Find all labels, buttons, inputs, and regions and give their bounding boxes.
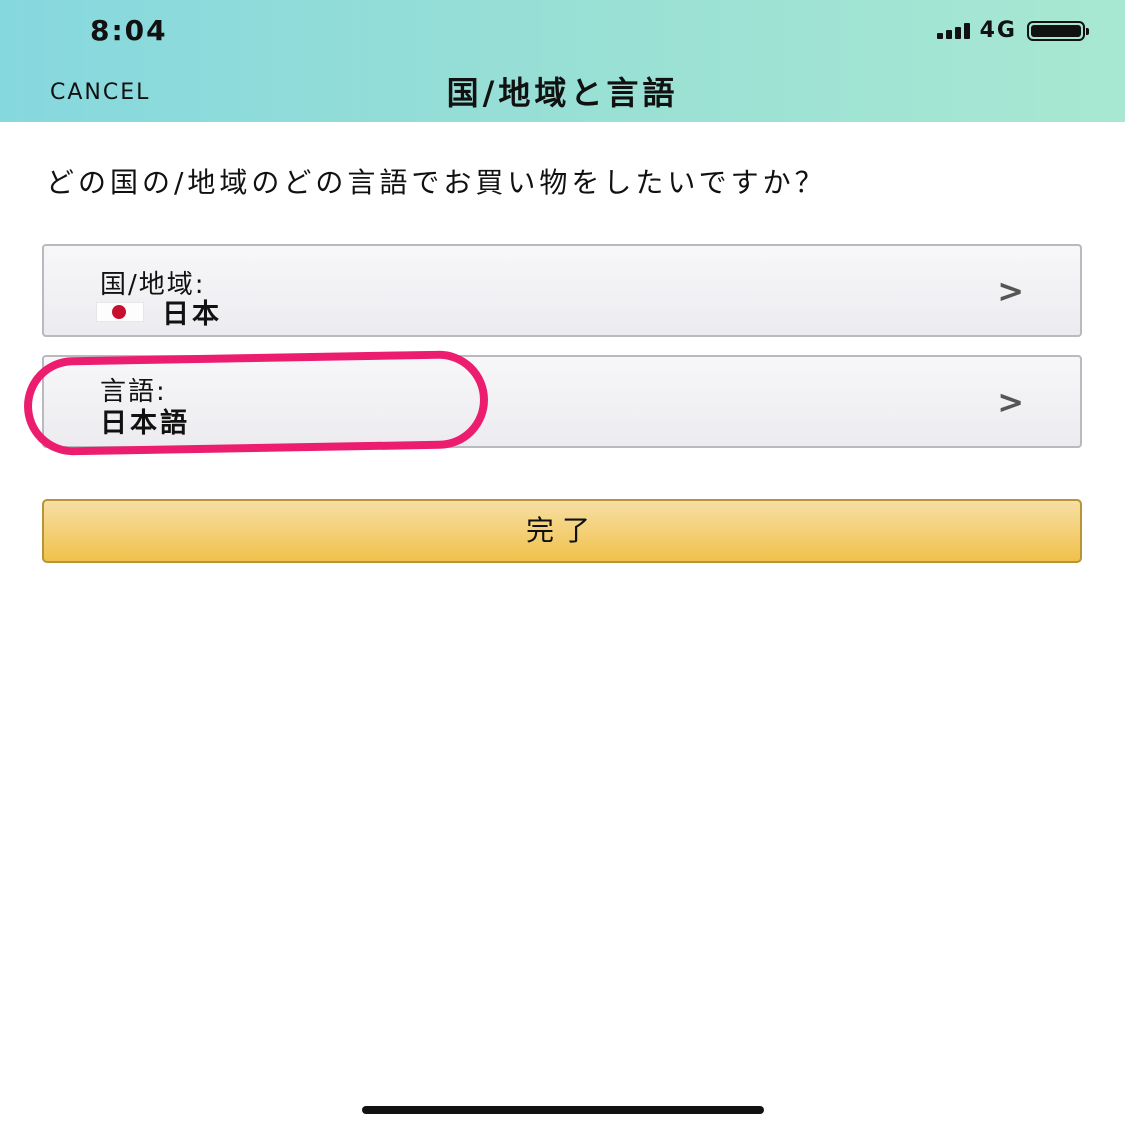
language-name: 日本語 [100,408,190,439]
page-title: 国/地域と言語 [446,74,679,112]
chevron-right-icon: > [997,272,1024,310]
home-indicator[interactable] [362,1106,764,1114]
battery-icon [1027,20,1089,41]
country-region-row[interactable]: 国/地域: 日本 > [42,244,1082,337]
network-type: 4G [979,18,1017,43]
country-region-value: 日本 [96,292,222,331]
header: 8:04 4G CANCEL 国/地域と言語 [0,0,1125,122]
signal-bars-icon [936,22,970,39]
done-button[interactable]: 完了 [42,499,1082,563]
question-text: どの国の/地域のどの言語でお買い物をしたいですか？ [46,166,827,199]
japan-flag-icon [96,301,144,322]
language-value: 日本語 [100,401,190,440]
status-icons: 4G [936,18,1089,43]
status-time: 8:04 [90,14,168,47]
chevron-right-icon: > [997,383,1024,421]
language-row[interactable]: 言語: 日本語 > [42,355,1082,448]
language-region-screen: 8:04 4G CANCEL 国/地域と言語 どの国の/地域のどの言語でお買い物… [0,0,1125,1125]
country-name: 日本 [162,299,222,330]
